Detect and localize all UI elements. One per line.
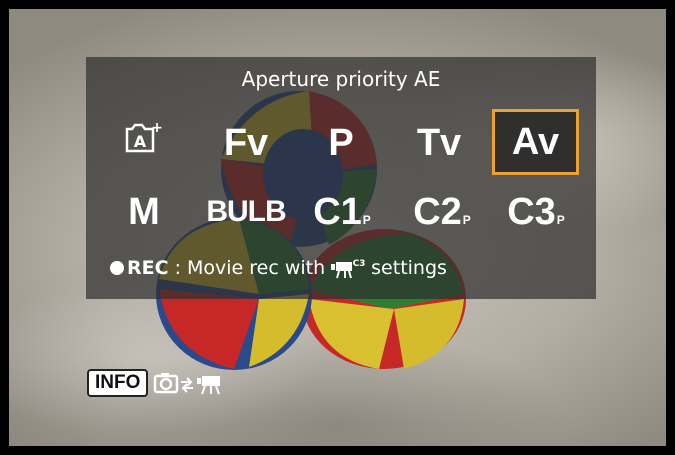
- shooting-mode-panel: Aperture priority AE A + Fv P Tv Av M BU…: [86, 57, 596, 299]
- mode-p[interactable]: P: [311, 117, 371, 169]
- mode-c3[interactable]: C3P: [496, 187, 576, 237]
- mode-c2-sub: P: [462, 213, 471, 227]
- info-button[interactable]: INFO: [87, 369, 149, 397]
- mode-fv[interactable]: Fv: [211, 117, 281, 169]
- rec-text-after: settings: [371, 257, 447, 279]
- mode-bulb-label: BULB: [206, 195, 286, 228]
- movie-c3-sup: C3: [353, 259, 365, 269]
- mode-c2[interactable]: C2P: [402, 187, 482, 237]
- info-hint: INFO: [87, 369, 235, 397]
- rec-hint: REC : Movie rec with C3 settings: [110, 257, 447, 279]
- scene-intelligent-auto-icon: A +: [125, 120, 163, 153]
- mode-fv-label: Fv: [223, 122, 269, 164]
- auto-letter: A: [134, 132, 147, 151]
- mode-m-label: M: [128, 191, 160, 233]
- movie-camera-icon: C3: [331, 259, 365, 279]
- mode-c1-label: C1: [313, 191, 362, 233]
- mode-c3-label: C3: [507, 191, 556, 233]
- mode-c2-label: C2: [413, 191, 462, 233]
- mode-title: Aperture priority AE: [241, 67, 441, 91]
- mode-m[interactable]: M: [116, 187, 172, 237]
- photo-movie-switch-icon: [154, 373, 221, 395]
- mode-p-label: P: [328, 122, 354, 164]
- live-view: Aperture priority AE A + Fv P Tv Av M BU…: [9, 9, 666, 446]
- mode-c1-sub: P: [362, 213, 371, 227]
- auto-plus: +: [151, 121, 163, 136]
- record-dot-icon: [110, 261, 124, 275]
- mode-c3-sub: P: [556, 213, 565, 227]
- mode-tv-label: Tv: [416, 122, 462, 164]
- mode-tv[interactable]: Tv: [404, 117, 474, 169]
- mode-bulb[interactable]: BULB: [204, 187, 288, 237]
- mode-scene-intelligent-auto[interactable]: A +: [116, 120, 170, 165]
- rec-text: : Movie rec with: [174, 257, 326, 279]
- mode-av-selected[interactable]: Av: [492, 109, 579, 175]
- mode-c1[interactable]: C1P: [302, 187, 382, 237]
- rec-label: REC: [127, 257, 169, 279]
- mode-av-label: Av: [511, 121, 560, 163]
